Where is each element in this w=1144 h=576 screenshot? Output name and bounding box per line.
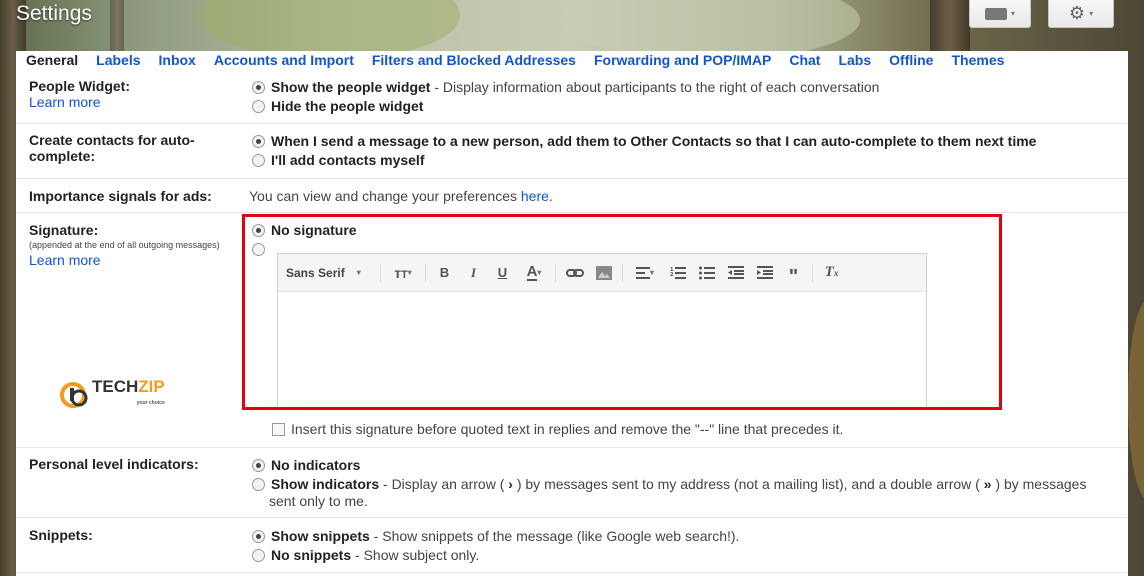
signature-sublabel: (appended at the end of all outgoing mes… [29, 240, 220, 250]
logo-text: TECH [92, 377, 139, 396]
tab-general[interactable]: General [16, 51, 87, 71]
create-contacts-label: Create contacts for auto- [29, 132, 195, 148]
option-description: - Display information about participants… [430, 79, 880, 95]
settings-tabs: General Labels Inbox Accounts and Import… [16, 51, 1128, 71]
learn-more-link[interactable]: Learn more [29, 94, 130, 111]
checkbox-label: Insert this signature before quoted text… [291, 421, 844, 437]
signature-label: Signature: [29, 222, 99, 238]
show-indicators-option[interactable]: Show indicators - Display an arrow ( › )… [252, 476, 1086, 493]
no-indicators-option[interactable]: No indicators [252, 457, 360, 474]
techzip-logo: TECHZIP your choice [60, 375, 180, 415]
no-snippets-option[interactable]: No snippets - Show subject only. [252, 547, 479, 564]
chevron-down-icon: ▾ [1089, 9, 1094, 18]
option-label: No indicators [271, 457, 361, 473]
double-arrow-glyph: » [983, 476, 992, 492]
option-label: Show snippets [271, 528, 370, 544]
techzip-logo-mark [60, 382, 88, 408]
option-label: Show the people widget [271, 79, 431, 95]
create-contacts-row: Create contacts for auto- complete: When… [16, 124, 1128, 179]
radio-icon[interactable] [252, 81, 265, 94]
people-widget-row: People Widget: Learn more Show the peopl… [16, 71, 1128, 124]
radio-icon[interactable] [252, 154, 265, 167]
option-label: Show indicators [271, 476, 380, 492]
settings-gear-button[interactable]: ⚙ ▾ [1048, 0, 1114, 28]
gear-icon: ⚙ [1068, 3, 1086, 23]
option-label: I'll add contacts myself [271, 152, 425, 168]
preferences-here-link[interactable]: here [521, 188, 549, 204]
page-title: Settings [16, 2, 92, 25]
radio-icon[interactable] [252, 530, 265, 543]
radio-icon[interactable] [252, 478, 265, 491]
tab-inbox[interactable]: Inbox [150, 51, 205, 71]
option-label: When I send a message to a new person, a… [271, 133, 1037, 149]
snippets-row: Snippets: Show snippets - Show snippets … [16, 518, 1128, 573]
checkbox-icon[interactable] [272, 423, 285, 436]
background-foliage [1128, 300, 1144, 500]
tab-offline[interactable]: Offline [880, 51, 942, 71]
tab-forwarding[interactable]: Forwarding and POP/IMAP [585, 51, 780, 71]
hide-people-widget-option[interactable]: Hide the people widget [252, 98, 423, 115]
importance-signals-label: Importance signals for ads: [29, 188, 212, 204]
create-contacts-label-cont: complete: [29, 148, 96, 164]
importance-signals-text: You can view and change your preferences… [249, 188, 553, 204]
importance-signals-row: Importance signals for ads: You can view… [16, 179, 1128, 213]
signature-highlight-box [242, 214, 1002, 410]
radio-icon[interactable] [252, 549, 265, 562]
radio-icon[interactable] [252, 135, 265, 148]
input-tools-button[interactable]: ▾ [969, 0, 1031, 28]
show-people-widget-option[interactable]: Show the people widget - Display informa… [252, 79, 879, 96]
auto-add-contacts-option[interactable]: When I send a message to a new person, a… [252, 133, 1036, 150]
insert-signature-before-quote-option[interactable]: Insert this signature before quoted text… [272, 421, 843, 438]
snippets-label: Snippets: [29, 527, 93, 543]
personal-indicators-row: Personal level indicators: No indicators… [16, 448, 1128, 518]
radio-icon[interactable] [252, 100, 265, 113]
show-indicators-desc-cont: sent only to me. [269, 493, 368, 509]
settings-panel: People Widget: Learn more Show the peopl… [16, 71, 1128, 576]
personal-indicators-label: Personal level indicators: [29, 456, 199, 472]
tab-labels[interactable]: Labels [87, 51, 149, 71]
option-label: Hide the people widget [271, 98, 424, 114]
manual-contacts-option[interactable]: I'll add contacts myself [252, 152, 425, 169]
tab-accounts-and-import[interactable]: Accounts and Import [205, 51, 363, 71]
people-widget-label: People Widget: [29, 78, 130, 94]
show-snippets-option[interactable]: Show snippets - Show snippets of the mes… [252, 528, 739, 545]
option-label: No snippets [271, 547, 352, 563]
tab-themes[interactable]: Themes [942, 51, 1013, 71]
learn-more-link[interactable]: Learn more [29, 252, 220, 269]
keyboard-icon [984, 7, 1007, 20]
tab-labs[interactable]: Labs [829, 51, 880, 71]
tab-chat[interactable]: Chat [780, 51, 829, 71]
tab-filters[interactable]: Filters and Blocked Addresses [363, 51, 585, 71]
logo-tagline: your choice [136, 400, 165, 406]
chevron-down-icon: ▾ [1010, 9, 1015, 18]
radio-icon[interactable] [252, 459, 265, 472]
logo-text-accent: ZIP [138, 377, 165, 396]
